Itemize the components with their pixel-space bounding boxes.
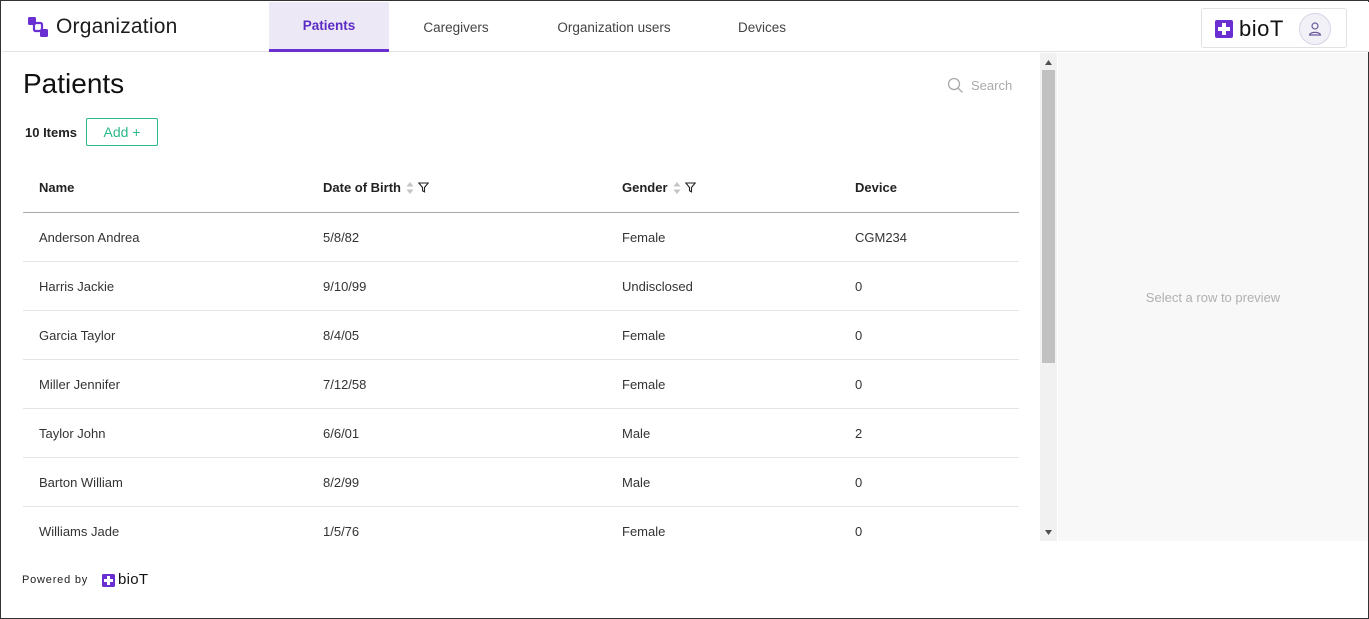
table-scrollbar[interactable] bbox=[1040, 53, 1057, 541]
search-placeholder: Search bbox=[971, 77, 1013, 93]
scroll-up-arrow-icon[interactable] bbox=[1044, 58, 1053, 67]
cell-gender: Male bbox=[622, 426, 651, 441]
table-row[interactable]: Williams Jade 1/5/76 Female 0 bbox=[23, 507, 1019, 547]
cell-device: 0 bbox=[855, 377, 863, 392]
column-header-date-of-birth: Date of Birth bbox=[323, 180, 429, 195]
scroll-thumb[interactable] bbox=[1042, 70, 1055, 363]
filter-icon[interactable] bbox=[418, 182, 429, 193]
cell-date-of-birth: 7/12/58 bbox=[323, 377, 367, 392]
cell-device: 0 bbox=[855, 524, 863, 539]
table-header: Name Date of Birth Gender Device bbox=[23, 164, 1019, 213]
cell-gender: Undisclosed bbox=[622, 279, 693, 294]
tab-devices[interactable]: Devices bbox=[718, 2, 806, 52]
cell-name: Anderson Andrea bbox=[39, 230, 140, 245]
table-row[interactable]: Miller Jennifer 7/12/58 Female 0 bbox=[23, 360, 1019, 409]
organization-title: Organization bbox=[56, 15, 178, 38]
app-frame: Organization Patients Caregivers Organiz… bbox=[0, 0, 1369, 619]
cell-date-of-birth: 8/4/05 bbox=[323, 328, 360, 343]
cell-name: Williams Jade bbox=[39, 524, 120, 539]
brand-area: bioT bbox=[1201, 8, 1347, 48]
cell-device: 0 bbox=[855, 328, 863, 343]
tab-caregivers[interactable]: Caregivers bbox=[398, 2, 514, 52]
column-label: Date of Birth bbox=[323, 180, 401, 195]
filter-icon[interactable] bbox=[684, 182, 696, 193]
tab-patients[interactable]: Patients bbox=[269, 2, 389, 52]
cell-gender: Female bbox=[622, 524, 666, 539]
powered-by-brand: bioT bbox=[118, 571, 149, 588]
cell-date-of-birth: 1/5/76 bbox=[323, 524, 360, 539]
table-row[interactable]: Garcia Taylor 8/4/05 Female 0 bbox=[23, 311, 1019, 360]
scroll-down-arrow-icon[interactable] bbox=[1044, 528, 1053, 537]
column-label: Gender bbox=[622, 180, 668, 195]
cell-date-of-birth: 9/10/99 bbox=[323, 279, 367, 294]
powered-by-label: Powered by bbox=[22, 574, 89, 586]
cell-device: 0 bbox=[855, 279, 863, 294]
search-input[interactable]: Search bbox=[947, 75, 1027, 95]
cell-date-of-birth: 5/8/82 bbox=[323, 230, 360, 245]
column-header-device: Device bbox=[855, 180, 897, 195]
column-label: Device bbox=[855, 180, 897, 195]
biot-logo-icon bbox=[102, 574, 115, 587]
cell-name: Taylor John bbox=[39, 426, 106, 441]
column-header-gender: Gender bbox=[622, 180, 696, 195]
sort-icon[interactable] bbox=[406, 181, 414, 195]
column-label: Name bbox=[39, 180, 75, 195]
cell-date-of-birth: 8/2/99 bbox=[323, 475, 360, 490]
column-header-name: Name bbox=[39, 180, 74, 195]
organization-logo-icon bbox=[28, 17, 48, 37]
table-row[interactable]: Barton William 8/2/99 Male 0 bbox=[23, 458, 1019, 507]
cell-gender: Male bbox=[622, 475, 651, 490]
table-row[interactable]: Anderson Andrea 5/8/82 Female CGM234 bbox=[23, 213, 1019, 262]
sort-icon[interactable] bbox=[673, 181, 681, 195]
user-avatar[interactable] bbox=[1299, 13, 1331, 45]
cell-name: Harris Jackie bbox=[39, 279, 115, 294]
cell-name: Garcia Taylor bbox=[39, 328, 116, 343]
cell-gender: Female bbox=[622, 230, 666, 245]
search-icon bbox=[947, 77, 963, 93]
cell-name: Miller Jennifer bbox=[39, 377, 120, 392]
table-row[interactable]: Taylor John 6/6/01 Male 2 bbox=[23, 409, 1019, 458]
preview-empty-text: Select a row to preview bbox=[1145, 290, 1281, 305]
page-title: Patients bbox=[23, 68, 125, 99]
top-bar: Organization Patients Caregivers Organiz… bbox=[2, 2, 1369, 52]
patients-table: Name Date of Birth Gender Device Anderso… bbox=[23, 164, 1019, 547]
brand-name: bioT bbox=[1239, 16, 1284, 41]
cell-device: 2 bbox=[855, 426, 863, 441]
cell-device: 0 bbox=[855, 475, 863, 490]
table-row[interactable]: Harris Jackie 9/10/99 Undisclosed 0 bbox=[23, 262, 1019, 311]
cell-date-of-birth: 6/6/01 bbox=[323, 426, 360, 441]
user-icon bbox=[1308, 22, 1322, 36]
items-count: 10 Items bbox=[25, 125, 78, 140]
cell-device: CGM234 bbox=[855, 230, 908, 245]
cell-gender: Female bbox=[622, 328, 666, 343]
preview-panel: Select a row to preview bbox=[1058, 53, 1368, 541]
add-button[interactable]: Add + bbox=[86, 118, 158, 146]
tab-organization-users[interactable]: Organization users bbox=[542, 2, 686, 52]
biot-logo-icon bbox=[1215, 20, 1233, 38]
cell-name: Barton William bbox=[39, 475, 123, 490]
cell-gender: Female bbox=[622, 377, 666, 392]
